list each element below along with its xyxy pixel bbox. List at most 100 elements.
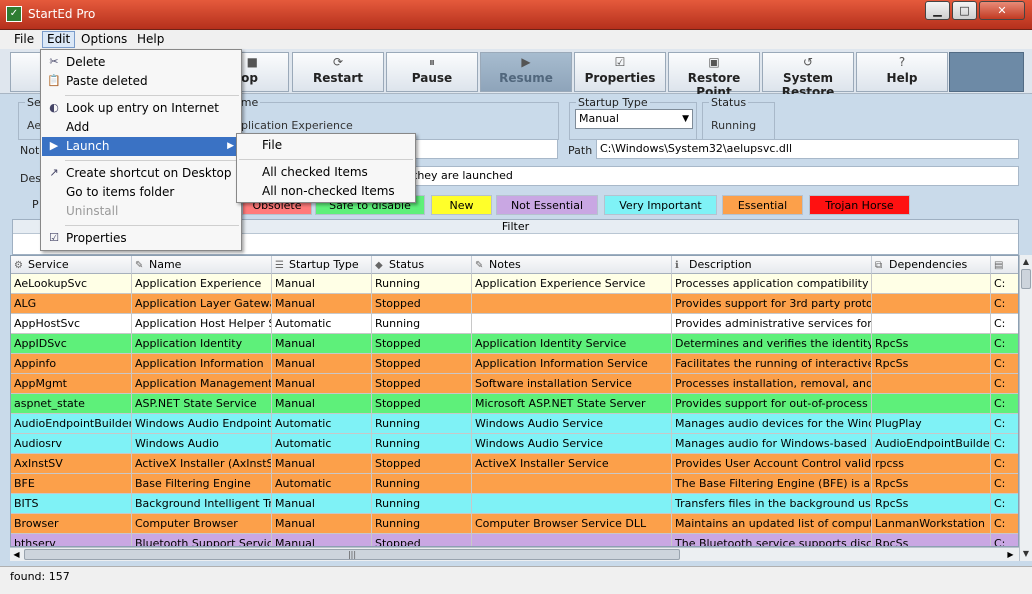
col-header-status[interactable]: ◆ Status bbox=[372, 256, 472, 274]
vertical-scroll-thumb[interactable] bbox=[1021, 269, 1031, 289]
cell-path: C: bbox=[991, 414, 1018, 434]
col-header-notes[interactable]: ✎ Notes bbox=[472, 256, 672, 274]
properties-button[interactable]: ☑ Properties bbox=[574, 52, 666, 92]
col-header-description[interactable]: ℹ Description bbox=[672, 256, 872, 274]
table-row[interactable]: BITSBackground Intelligent TransManualRu… bbox=[11, 494, 1018, 514]
menu-uninstall[interactable]: Uninstall bbox=[42, 202, 240, 221]
menu-bar: File Edit Options Help bbox=[0, 30, 1032, 49]
menu-go-to-folder[interactable]: Go to items folder bbox=[42, 183, 240, 202]
properties-label: Properties bbox=[584, 71, 656, 85]
cell-startup-type: Manual bbox=[272, 514, 372, 534]
pause-button[interactable]: ⏸ Pause bbox=[386, 52, 478, 92]
close-button[interactable]: ✕ bbox=[979, 1, 1025, 20]
scroll-right-arrow[interactable]: ▶ bbox=[1004, 548, 1017, 561]
cell-name: Base Filtering Engine bbox=[132, 474, 272, 494]
help-button[interactable]: ? Help bbox=[856, 52, 948, 92]
cell-path: C: bbox=[991, 394, 1018, 414]
legend-prefix: P bbox=[32, 198, 39, 211]
menu-help[interactable]: Help bbox=[133, 31, 168, 48]
legend-essential[interactable]: Essential bbox=[722, 195, 803, 215]
table-row[interactable]: aspnet_state ASP.NET State Service Manual S… bbox=[11, 394, 1018, 414]
startup-type-select[interactable]: Manual ▼ bbox=[575, 109, 693, 129]
table-row[interactable]: AxInstSV ActiveX Installer (AxInstSV) Manu… bbox=[11, 454, 1018, 474]
resume-button[interactable]: ▶ Resume bbox=[480, 52, 572, 92]
menu-file[interactable]: File bbox=[10, 31, 38, 48]
app-icon: ✓ bbox=[6, 6, 22, 22]
table-row[interactable]: BFE Base Filtering Engine Automatic Running… bbox=[11, 474, 1018, 494]
table-row[interactable]: Audiosrv Windows Audio Automatic Running Win… bbox=[11, 434, 1018, 454]
cell-description: Processes application compatibility cach… bbox=[672, 274, 872, 294]
restart-button[interactable]: ⟳ Restart bbox=[292, 52, 384, 92]
menu-create-shortcut[interactable]: ↗ Create shortcut on Desktop bbox=[42, 164, 240, 183]
table-row[interactable]: AppMgmt Application Management Manual Stopp… bbox=[11, 374, 1018, 394]
legend-very-important[interactable]: Very Important bbox=[604, 195, 717, 215]
submenu-file[interactable]: File bbox=[238, 136, 414, 155]
description-field[interactable]: they are launched bbox=[398, 166, 1019, 186]
table-row[interactable]: Browser Computer Browser Manual Running Comp… bbox=[11, 514, 1018, 534]
cell-dependencies: RpcSs bbox=[872, 334, 991, 354]
submenu-all-checked[interactable]: All checked Items bbox=[238, 163, 414, 182]
col-header-name[interactable]: ✎ Name bbox=[132, 256, 272, 274]
menu-separator bbox=[65, 160, 239, 161]
col-header-service[interactable]: ⚙ Service bbox=[11, 256, 132, 274]
cell-notes: Application Experience Service bbox=[472, 274, 672, 294]
menu-properties[interactable]: ☑ Properties bbox=[42, 229, 240, 248]
table-row[interactable]: Appinfo Application Information Manual Stop… bbox=[11, 354, 1018, 374]
services-grid[interactable]: ⚙ Service ✎ Name ☰ Startup Type ◆ Status ✎ No… bbox=[10, 255, 1019, 547]
cell-description: Determines and verifies the identity of … bbox=[672, 334, 872, 354]
list-icon: ☰ bbox=[275, 260, 284, 271]
restore-point-button[interactable]: ▣ Restore Point bbox=[668, 52, 760, 99]
cell-status: Running bbox=[372, 274, 472, 294]
cell-name: Bluetooth Support Service bbox=[132, 534, 272, 546]
cell-notes bbox=[472, 534, 672, 546]
folder-icon: ▤ bbox=[994, 260, 1004, 271]
menu-launch[interactable]: ▶ Launch ▶ bbox=[42, 137, 240, 156]
path-field[interactable]: C:\Windows\System32\aelupsvc.dll bbox=[596, 139, 1019, 159]
menu-edit[interactable]: Edit bbox=[42, 31, 76, 48]
menu-delete[interactable]: ✂ Delete bbox=[42, 53, 240, 72]
legend-new[interactable]: New bbox=[431, 195, 492, 215]
launch-submenu: File All checked Items All non-checked I… bbox=[236, 133, 416, 203]
table-row[interactable]: bthserv Bluetooth Support Service Manual St… bbox=[11, 534, 1018, 546]
horizontal-scrollbar[interactable]: ◀ ||| ▶ bbox=[10, 547, 1019, 561]
table-row[interactable]: AudioEndpointBuilder Windows Audio Endpoi… bbox=[11, 414, 1018, 434]
legend-trojan-horse[interactable]: Trojan Horse bbox=[809, 195, 910, 215]
restart-label: Restart bbox=[312, 71, 363, 85]
scroll-up-arrow[interactable]: ▲ bbox=[1020, 255, 1032, 269]
maximize-button[interactable]: □ bbox=[952, 1, 977, 20]
cell-status: Running bbox=[372, 414, 472, 434]
cell-notes: Computer Browser Service DLL bbox=[472, 514, 672, 534]
scroll-down-arrow[interactable]: ▼ bbox=[1020, 547, 1032, 561]
minimize-button[interactable]: ▁ bbox=[925, 1, 950, 20]
submenu-all-non-checked[interactable]: All non-checked Items bbox=[238, 182, 414, 201]
table-row[interactable]: AppIDSvc Application Identity Manual Stoppe… bbox=[11, 334, 1018, 354]
cell-description: Provides User Account Control validation bbox=[672, 454, 872, 474]
menu-options[interactable]: Options bbox=[77, 31, 131, 48]
menu-paste-deleted[interactable]: 📋 Paste deleted bbox=[42, 72, 240, 91]
cell-startup-type: Manual bbox=[272, 354, 372, 374]
vertical-scrollbar[interactable]: ▲ ▼ bbox=[1019, 255, 1032, 561]
menu-add[interactable]: Add bbox=[42, 118, 240, 137]
cell-startup-type: Manual bbox=[272, 294, 372, 314]
resume-icon: ▶ bbox=[521, 55, 531, 69]
col-header-startup-type[interactable]: ☰ Startup Type bbox=[272, 256, 372, 274]
col-header-path[interactable]: ▤ bbox=[991, 256, 1018, 274]
table-row[interactable]: AppHostSvcApplication Host Helper ServAu… bbox=[11, 314, 1018, 334]
col-header-dependencies[interactable]: ⧉ Dependencies bbox=[872, 256, 991, 274]
cell-status: Running bbox=[372, 434, 472, 454]
cell-startup-type: Manual bbox=[272, 494, 372, 514]
menu-look-up[interactable]: ◐ Look up entry on Internet bbox=[42, 99, 240, 118]
notes-field[interactable] bbox=[398, 139, 558, 159]
paste-icon: 📋 bbox=[47, 74, 61, 87]
cell-description: Manages audio for Windows-based progr bbox=[672, 434, 872, 454]
horizontal-scroll-thumb[interactable]: ||| bbox=[24, 549, 680, 560]
scroll-left-arrow[interactable]: ◀ bbox=[10, 548, 23, 561]
system-restore-button[interactable]: ↺ System Restore bbox=[762, 52, 854, 99]
table-row[interactable]: AeLookupSvc Application Experience Manual R… bbox=[11, 274, 1018, 294]
cell-description: Provides administrative services for IIS… bbox=[672, 314, 872, 334]
cell-name: ASP.NET State Service bbox=[132, 394, 272, 414]
cell-status: Running bbox=[372, 314, 472, 334]
legend-not-essential[interactable]: Not Essential bbox=[496, 195, 598, 215]
cell-path: C: bbox=[991, 374, 1018, 394]
table-row[interactable]: ALGApplication Layer Gateway SManualStop… bbox=[11, 294, 1018, 314]
